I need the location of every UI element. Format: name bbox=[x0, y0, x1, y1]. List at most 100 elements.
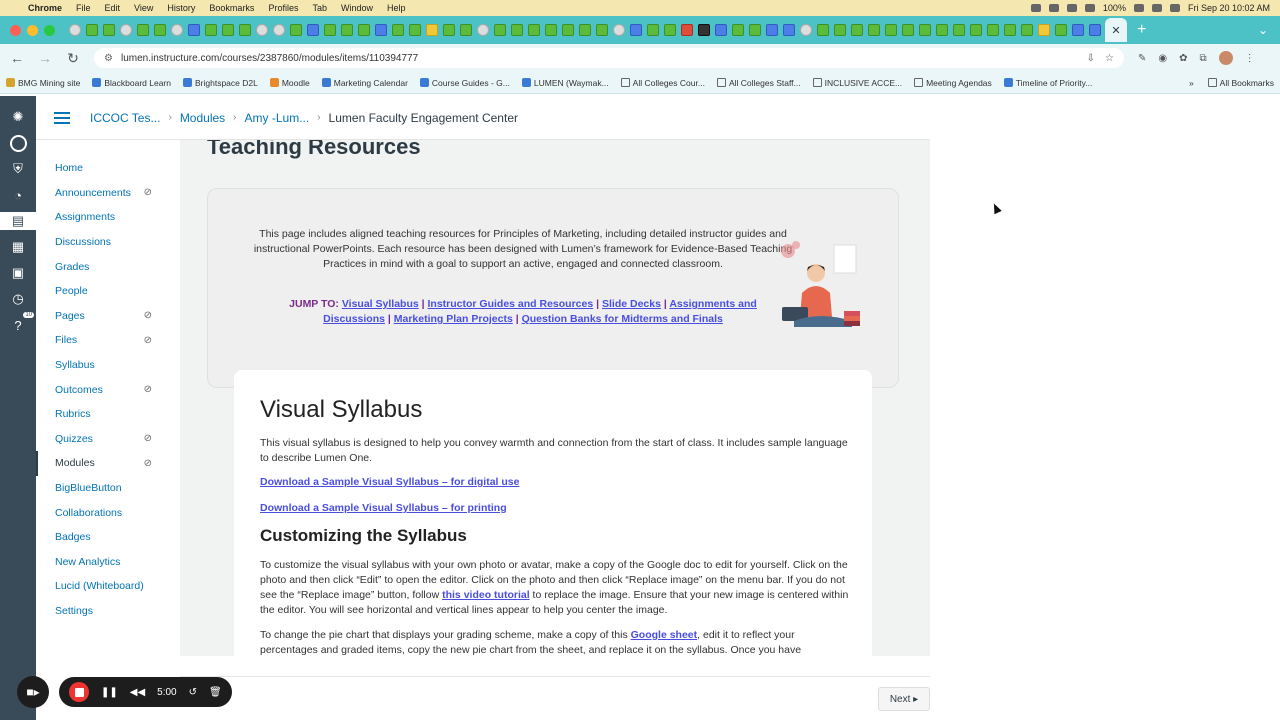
tab-favicon[interactable] bbox=[375, 24, 387, 36]
tab-favicon[interactable] bbox=[885, 24, 897, 36]
courses-icon[interactable]: ▤ bbox=[0, 212, 36, 230]
admin-icon[interactable]: ⛨ bbox=[0, 160, 36, 178]
tab-favicon[interactable] bbox=[800, 24, 812, 36]
reload-icon[interactable]: ↻ bbox=[66, 50, 80, 67]
tab-favicon[interactable] bbox=[732, 24, 744, 36]
course-nav-badges[interactable]: Badges bbox=[36, 525, 180, 550]
course-nav-announcements[interactable]: Announcements ⊘ bbox=[36, 181, 180, 206]
tab-favicon[interactable] bbox=[358, 24, 370, 36]
menu-bookmarks[interactable]: Bookmarks bbox=[209, 3, 254, 13]
menu-history[interactable]: History bbox=[167, 3, 195, 13]
active-tab[interactable]: ✕ bbox=[1105, 18, 1127, 42]
tab-favicon[interactable] bbox=[188, 24, 200, 36]
tab-favicon[interactable] bbox=[511, 24, 523, 36]
jump-link-visual-syllabus[interactable]: Visual Syllabus bbox=[342, 298, 419, 310]
tab-favicon[interactable] bbox=[749, 24, 761, 36]
tab-favicon[interactable] bbox=[528, 24, 540, 36]
tab-favicon[interactable] bbox=[239, 24, 251, 36]
jump-link-slide-decks[interactable]: Slide Decks bbox=[602, 298, 661, 310]
jump-link-question-banks[interactable]: Question Banks for Midterms and Finals bbox=[522, 313, 723, 325]
tab-favicon[interactable] bbox=[970, 24, 982, 36]
bookmark-star-icon[interactable]: ☆ bbox=[1105, 53, 1114, 64]
tab-favicon[interactable] bbox=[494, 24, 506, 36]
close-window-icon[interactable] bbox=[10, 24, 21, 36]
tab-favicon[interactable] bbox=[205, 24, 217, 36]
menu-view[interactable]: View bbox=[134, 3, 153, 13]
tab-favicon[interactable] bbox=[273, 24, 285, 36]
course-nav-collaborations[interactable]: Collaborations bbox=[36, 500, 180, 525]
site-info-icon[interactable]: ⚙ bbox=[104, 53, 113, 64]
bookmark-item[interactable]: Brightspace D2L bbox=[183, 78, 258, 88]
tab-favicon[interactable] bbox=[409, 24, 421, 36]
tab-favicon[interactable] bbox=[69, 24, 81, 36]
profile-avatar[interactable] bbox=[1218, 51, 1233, 65]
tab-favicon[interactable] bbox=[103, 24, 115, 36]
menu-window[interactable]: Window bbox=[341, 3, 373, 13]
wifi-icon[interactable] bbox=[1151, 4, 1162, 12]
tab-favicon[interactable] bbox=[834, 24, 846, 36]
tab-favicon[interactable] bbox=[392, 24, 404, 36]
tab-favicon[interactable] bbox=[783, 24, 795, 36]
new-tab-button[interactable]: + bbox=[1137, 21, 1146, 39]
tab-favicon[interactable] bbox=[647, 24, 659, 36]
all-bookmarks[interactable]: All Bookmarks bbox=[1207, 78, 1274, 88]
url-input[interactable]: ⚙ lumen.instructure.com/courses/2387860/… bbox=[94, 48, 1124, 68]
bookmark-item[interactable]: Meeting Agendas bbox=[914, 78, 992, 88]
tab-favicon[interactable] bbox=[630, 24, 642, 36]
breadcrumb-module[interactable]: Amy -Lum... bbox=[245, 111, 310, 125]
battery-icon[interactable] bbox=[1133, 4, 1144, 12]
tab-favicon[interactable] bbox=[868, 24, 880, 36]
status-icon[interactable] bbox=[1048, 4, 1059, 12]
bookmark-item[interactable]: All Colleges Cour... bbox=[620, 78, 705, 88]
rewind-icon[interactable]: ◀◀ bbox=[130, 687, 145, 698]
next-button[interactable]: Next ▸ bbox=[878, 687, 930, 711]
back-icon[interactable]: ← bbox=[10, 50, 24, 66]
tab-favicon[interactable] bbox=[443, 24, 455, 36]
install-icon[interactable]: ⇩ bbox=[1087, 53, 1095, 64]
tab-favicon[interactable] bbox=[460, 24, 472, 36]
tab-favicon[interactable] bbox=[171, 24, 183, 36]
tab-favicon[interactable] bbox=[596, 24, 608, 36]
tab-favicon[interactable] bbox=[1089, 24, 1101, 36]
course-nav-files[interactable]: Files ⊘ bbox=[36, 328, 180, 353]
extension-icon[interactable]: ✿ bbox=[1179, 53, 1187, 64]
breadcrumb-course[interactable]: ICCOC Tes... bbox=[90, 111, 160, 125]
course-nav-lucid-whiteboard[interactable]: Lucid (Whiteboard) bbox=[36, 574, 180, 599]
tab-favicon[interactable] bbox=[426, 24, 438, 36]
tab-favicon[interactable] bbox=[477, 24, 489, 36]
tab-favicon[interactable] bbox=[987, 24, 999, 36]
tab-favicon[interactable] bbox=[664, 24, 676, 36]
course-nav-new-analytics[interactable]: New Analytics bbox=[36, 550, 180, 575]
tab-favicon[interactable] bbox=[681, 24, 693, 36]
bookmark-item[interactable]: LUMEN (Waymak... bbox=[521, 78, 609, 88]
course-nav-discussions[interactable]: Discussions bbox=[36, 230, 180, 255]
calendar-icon[interactable]: ▦ bbox=[0, 238, 36, 256]
tab-favicon[interactable] bbox=[698, 24, 710, 36]
extension-icon[interactable]: ◉ bbox=[1158, 53, 1167, 64]
tab-favicon[interactable] bbox=[307, 24, 319, 36]
course-nav-pages[interactable]: Pages ⊘ bbox=[36, 304, 180, 329]
course-nav-modules[interactable]: Modules ⊘ bbox=[36, 451, 180, 476]
tab-favicon[interactable] bbox=[154, 24, 166, 36]
account-icon[interactable] bbox=[0, 134, 36, 152]
course-nav-grades[interactable]: Grades bbox=[36, 254, 180, 279]
help-icon[interactable]: ? 10 bbox=[0, 312, 36, 334]
app-menu[interactable]: Chrome bbox=[28, 3, 62, 13]
dashboard-icon[interactable]: ◔ bbox=[0, 186, 36, 204]
history-icon[interactable]: ◷ bbox=[0, 290, 36, 308]
course-nav-bigbluebutton[interactable]: BigBlueButton bbox=[36, 476, 180, 501]
bookmark-item[interactable]: All Colleges Staff... bbox=[716, 78, 801, 88]
stop-record-button[interactable] bbox=[69, 682, 89, 702]
download-print-link[interactable]: Download a Sample Visual Syllabus – for … bbox=[260, 502, 507, 514]
tab-favicon[interactable] bbox=[1038, 24, 1050, 36]
tab-favicon[interactable] bbox=[256, 24, 268, 36]
hamburger-menu-icon[interactable] bbox=[54, 111, 70, 124]
camera-icon[interactable]: ■▸ bbox=[17, 676, 49, 708]
bookmark-item[interactable]: INCLUSIVE ACCE... bbox=[812, 78, 902, 88]
inbox-icon[interactable]: ▣ bbox=[0, 264, 36, 282]
course-nav-people[interactable]: People bbox=[36, 279, 180, 304]
tab-favicon[interactable] bbox=[562, 24, 574, 36]
bluetooth-icon[interactable] bbox=[1084, 4, 1095, 12]
menu-help[interactable]: Help bbox=[387, 3, 406, 13]
search-icon[interactable] bbox=[1169, 4, 1180, 12]
